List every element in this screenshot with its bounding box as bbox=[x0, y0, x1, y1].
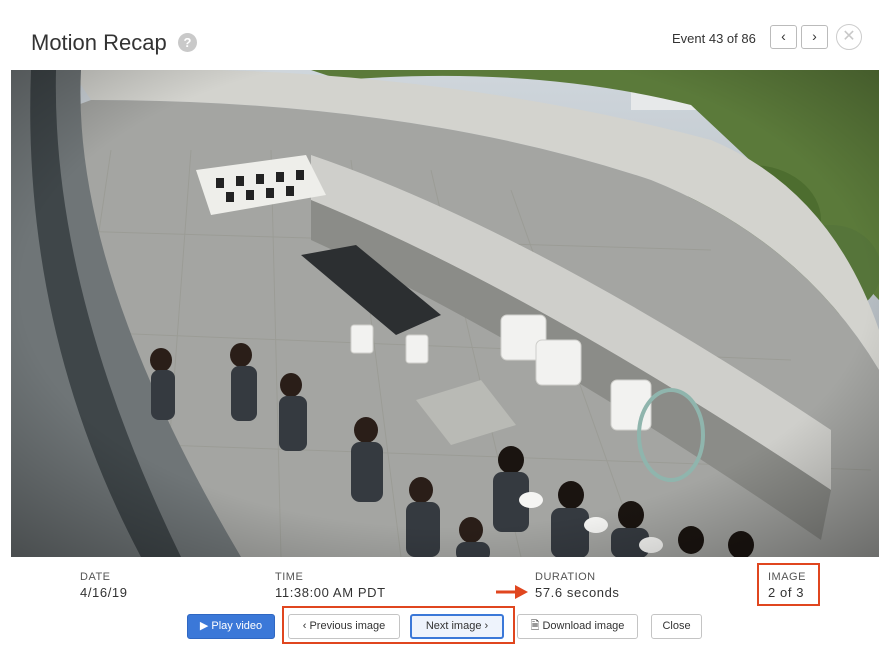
date-label: DATE bbox=[80, 571, 111, 583]
image-label: IMAGE bbox=[768, 571, 806, 583]
download-image-label: Download image bbox=[542, 620, 625, 632]
play-video-button[interactable]: ▶ Play video bbox=[187, 614, 275, 639]
duration-label: DURATION bbox=[535, 571, 596, 583]
close-icon[interactable]: ✕ bbox=[836, 24, 862, 50]
annotation-arrow-icon bbox=[496, 585, 528, 599]
chevron-right-icon: › bbox=[484, 620, 489, 632]
modal-title: Motion Recap bbox=[31, 30, 167, 55]
chevron-right-icon: › bbox=[812, 28, 817, 44]
chevron-left-icon: ‹ bbox=[781, 28, 786, 44]
time-value: 11:38:00 AM PDT bbox=[275, 585, 386, 600]
motion-snapshot-image bbox=[11, 70, 879, 557]
help-icon[interactable]: ? bbox=[178, 33, 197, 52]
next-event-button[interactable]: › bbox=[801, 25, 828, 49]
event-counter: Event 43 of 86 bbox=[672, 31, 756, 46]
modal-header: Motion Recap ? Event 43 of 86 ‹ › ✕ bbox=[0, 0, 890, 70]
previous-image-button[interactable]: ‹ Previous image bbox=[288, 614, 400, 639]
time-label: TIME bbox=[275, 571, 304, 583]
next-image-label: Next image bbox=[425, 620, 482, 632]
previous-image-label: Previous image bbox=[309, 620, 386, 632]
next-image-button[interactable]: Next image › bbox=[410, 614, 504, 639]
close-label: Close bbox=[662, 620, 691, 632]
previous-event-button[interactable]: ‹ bbox=[770, 25, 797, 49]
image-value: 2 of 3 bbox=[768, 585, 805, 600]
download-icon: 🗎 bbox=[530, 620, 540, 632]
date-value: 4/16/19 bbox=[80, 585, 128, 600]
play-video-label: Play video bbox=[211, 620, 263, 632]
close-button[interactable]: Close bbox=[651, 614, 702, 639]
chevron-left-icon: ‹ bbox=[302, 620, 307, 632]
duration-value: 57.6 seconds bbox=[535, 585, 620, 600]
play-icon: ▶ bbox=[199, 620, 209, 632]
download-image-button[interactable]: 🗎 Download image bbox=[517, 614, 638, 639]
